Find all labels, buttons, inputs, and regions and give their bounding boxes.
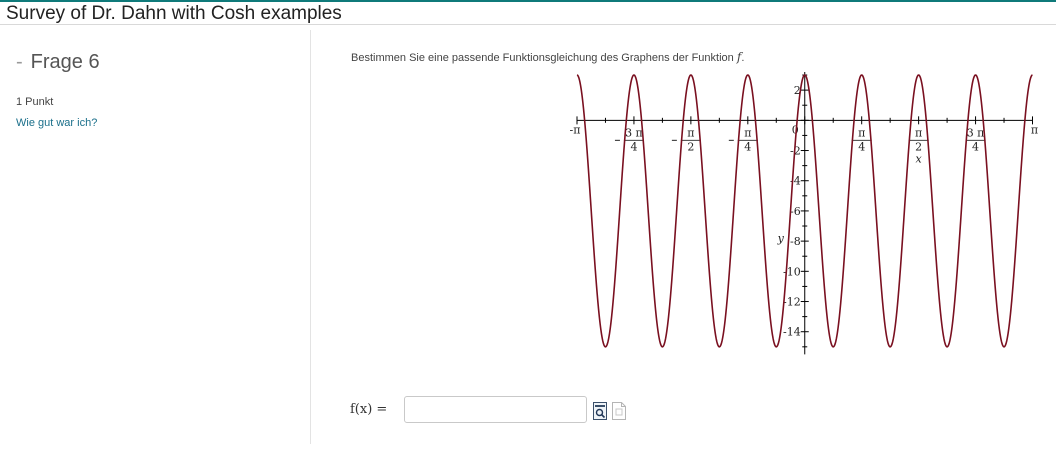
x-tick-label-numerator: π bbox=[915, 126, 922, 139]
y-tick-label: -8 bbox=[790, 235, 801, 248]
collapse-dash[interactable]: - bbox=[16, 51, 23, 73]
x-tick-label: -π bbox=[570, 123, 581, 136]
prompt-end: . bbox=[741, 52, 745, 64]
x-tick-label-denominator: 4 bbox=[972, 140, 979, 153]
x-tick-label-numerator: π bbox=[858, 126, 865, 139]
x-tick-label-denominator: 4 bbox=[858, 140, 865, 153]
question-label: Frage 6 bbox=[30, 51, 100, 73]
x-tick-label-numerator: 3 π bbox=[625, 126, 643, 139]
y-tick-label: -6 bbox=[790, 205, 801, 218]
preview-icon[interactable] bbox=[593, 402, 607, 420]
header-bar: Survey of Dr. Dahn with Cosh examples bbox=[0, 0, 1056, 25]
x-tick-label-denominator: 2 bbox=[687, 140, 694, 153]
function-graph: -π 3 π4π2π4π4π23 π4π20-2-4-6-8-10-12-14xy bbox=[570, 72, 1038, 355]
x-tick-label-denominator: 4 bbox=[744, 140, 751, 153]
question-points: 1 Punkt bbox=[16, 96, 54, 108]
y-tick-label: -14 bbox=[783, 326, 801, 339]
y-tick-label: -12 bbox=[783, 296, 801, 309]
page-title: Survey of Dr. Dahn with Cosh examples bbox=[6, 3, 342, 24]
x-tick-label-numerator: π bbox=[687, 126, 694, 139]
y-axis-label: y bbox=[777, 232, 785, 245]
answer-input[interactable] bbox=[404, 396, 587, 423]
x-axis-label: x bbox=[916, 152, 923, 165]
x-tick-label: π bbox=[1031, 123, 1038, 136]
column-divider bbox=[310, 30, 311, 444]
x-tick-label-denominator: 4 bbox=[630, 140, 637, 153]
help-icon[interactable] bbox=[612, 402, 626, 420]
question-heading: - Frage 6 bbox=[16, 51, 100, 74]
x-tick-label-numerator: π bbox=[744, 126, 751, 139]
question-info-panel: - Frage 6 1 Punkt Wie gut war ich? bbox=[0, 25, 310, 451]
prompt-text: Bestimmen Sie eine passende Funktionsgle… bbox=[351, 52, 734, 64]
rate-link[interactable]: Wie gut war ich? bbox=[16, 117, 97, 129]
answer-label: f(x) = bbox=[350, 402, 388, 417]
x-tick-label-numerator: 3 π bbox=[967, 126, 985, 139]
question-prompt: Bestimmen Sie eine passende Funktionsgle… bbox=[351, 50, 744, 64]
